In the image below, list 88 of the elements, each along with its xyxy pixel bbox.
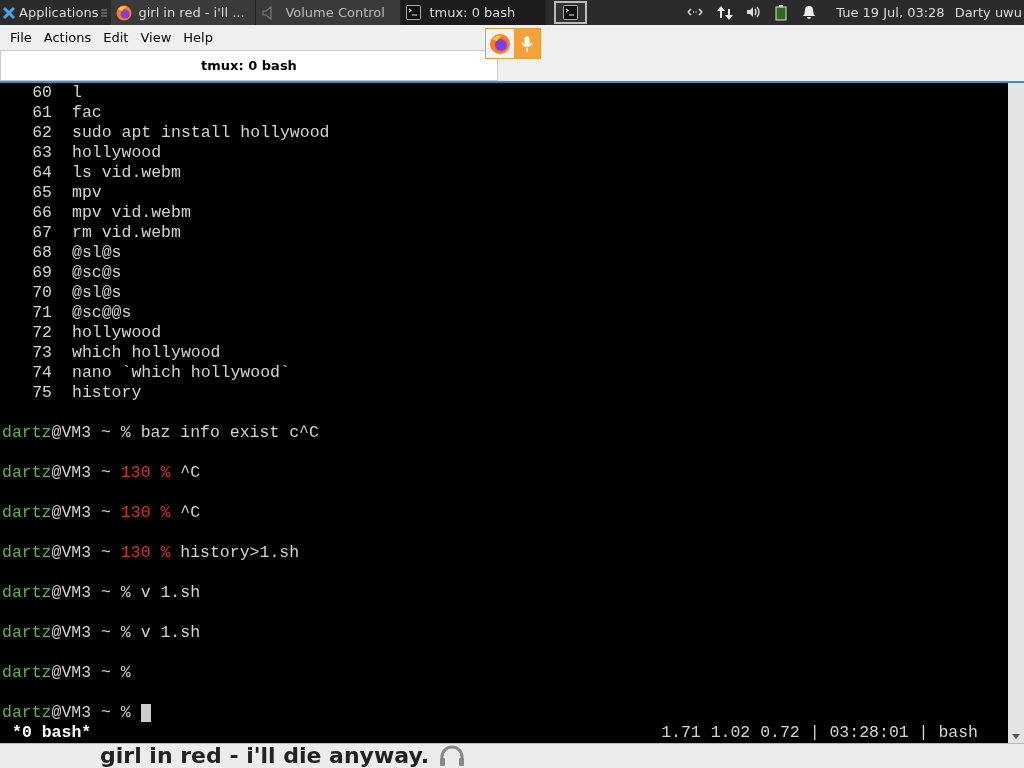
line-number: 64 (31, 163, 52, 183)
prompt-host: @VM3 ~ (51, 463, 111, 482)
terminal-icon (406, 5, 422, 20)
command-text: v 1.sh (140, 623, 201, 642)
headphones-icon (439, 744, 466, 767)
command-text: @sc@s (72, 263, 122, 283)
command-text: ls vid.webm (72, 163, 181, 183)
terminal-icon (563, 5, 579, 20)
clock[interactable]: Tue 19 Jul, 03:28 (836, 2, 945, 23)
prompt-user: dartz (2, 463, 52, 482)
user-name[interactable]: Darty uwu (954, 2, 1022, 23)
prompt-symbol: % (120, 663, 131, 682)
menu-item[interactable]: File (4, 27, 38, 48)
prompt-symbol: % (120, 583, 131, 602)
command-text: @sc@@s (72, 303, 132, 323)
prompt-user: dartz (2, 503, 52, 522)
command-text: which hollywood (72, 343, 221, 363)
menu-item[interactable]: Actions (37, 27, 98, 48)
command-text: hollywood (72, 323, 162, 343)
line-number: 72 (31, 323, 52, 343)
command-text: @sl@s (72, 283, 122, 303)
grip-icon (101, 6, 108, 19)
prompt-user: dartz (2, 703, 52, 722)
battery-icon[interactable] (774, 4, 789, 21)
tmux-status-text: 1.71 1.02 0.72 | 03:28:01 | bash (661, 723, 978, 743)
taskbar-button[interactable]: tmux: 0 bash (401, 0, 547, 25)
transfer-icon[interactable] (716, 4, 735, 21)
menu-item[interactable]: Edit (97, 27, 135, 48)
prompt-user: dartz (2, 543, 52, 562)
command-text: v 1.sh (140, 583, 201, 602)
command-text: ^C (180, 463, 201, 482)
line-number: 67 (31, 223, 52, 243)
line-number: 68 (31, 243, 52, 263)
line-number: 62 (31, 123, 52, 143)
command-text: mpv (72, 183, 102, 203)
prompt-host: @VM3 ~ (51, 543, 111, 562)
command-text: baz info exist c^C (140, 423, 319, 442)
prompt-symbol: % (120, 623, 131, 642)
applications-menu[interactable]: Applications (0, 0, 112, 25)
prompt-user: dartz (2, 423, 52, 442)
line-number: 74 (31, 363, 52, 383)
line-number: 73 (31, 343, 52, 363)
prompt-host: @VM3 ~ (51, 503, 111, 522)
scrollbar[interactable] (1008, 83, 1024, 743)
line-number: 69 (31, 263, 52, 283)
prompt-host: @VM3 ~ (51, 623, 111, 642)
prompt-symbol: % (120, 423, 131, 442)
now-playing-text: girl in red - i'll die anyway. (100, 744, 430, 767)
tab[interactable]: tmux: 0 bash (0, 50, 498, 81)
line-number: 63 (31, 143, 52, 163)
line-number: 66 (31, 203, 52, 223)
line-number: 61 (31, 103, 52, 123)
firefox-icon[interactable] (486, 29, 514, 58)
tmux-window-label: *0 bash* (12, 723, 92, 743)
command-text: sudo apt install hollywood (72, 123, 330, 143)
command-text: nano `which hollywood` (72, 363, 290, 383)
taskbar-button[interactable]: girl in red - i'll ... (111, 0, 257, 25)
prompt-host: @VM3 ~ (51, 703, 111, 722)
prompt-symbol: 130 % (120, 463, 171, 482)
prompt-symbol: 130 % (120, 543, 171, 562)
prompt-symbol: % (120, 703, 131, 722)
command-text: rm vid.webm (72, 223, 181, 243)
line-number: 65 (31, 183, 52, 203)
prompt-user: dartz (2, 663, 52, 682)
prompt-user: dartz (2, 583, 52, 602)
line-number: 70 (31, 283, 52, 303)
command-text: ^C (180, 503, 201, 522)
line-number: 71 (31, 303, 52, 323)
menu-item[interactable]: View (134, 27, 178, 48)
command-text: history (72, 383, 142, 403)
app-menu-icon (2, 5, 16, 20)
command-text: fac (72, 103, 102, 123)
prompt-host: @VM3 ~ (51, 583, 111, 602)
command-text: mpv vid.webm (72, 203, 191, 223)
prompt-user: dartz (2, 623, 52, 642)
taskbar-button[interactable]: Volume Control (256, 0, 402, 25)
line-number: 75 (31, 383, 52, 403)
prompt-host: @VM3 ~ (51, 423, 111, 442)
firefox-icon (116, 4, 133, 21)
line-number: 60 (31, 83, 52, 103)
prompt-host: @VM3 ~ (51, 663, 111, 682)
command-text: l (72, 83, 82, 103)
command-text: history>1.sh (180, 543, 300, 562)
command-text: hollywood (72, 143, 162, 163)
command-text: @sl@s (72, 243, 122, 263)
prompt-symbol: 130 % (120, 503, 171, 522)
workspace-button[interactable] (554, 1, 588, 24)
menu-item[interactable]: Help (177, 27, 219, 48)
